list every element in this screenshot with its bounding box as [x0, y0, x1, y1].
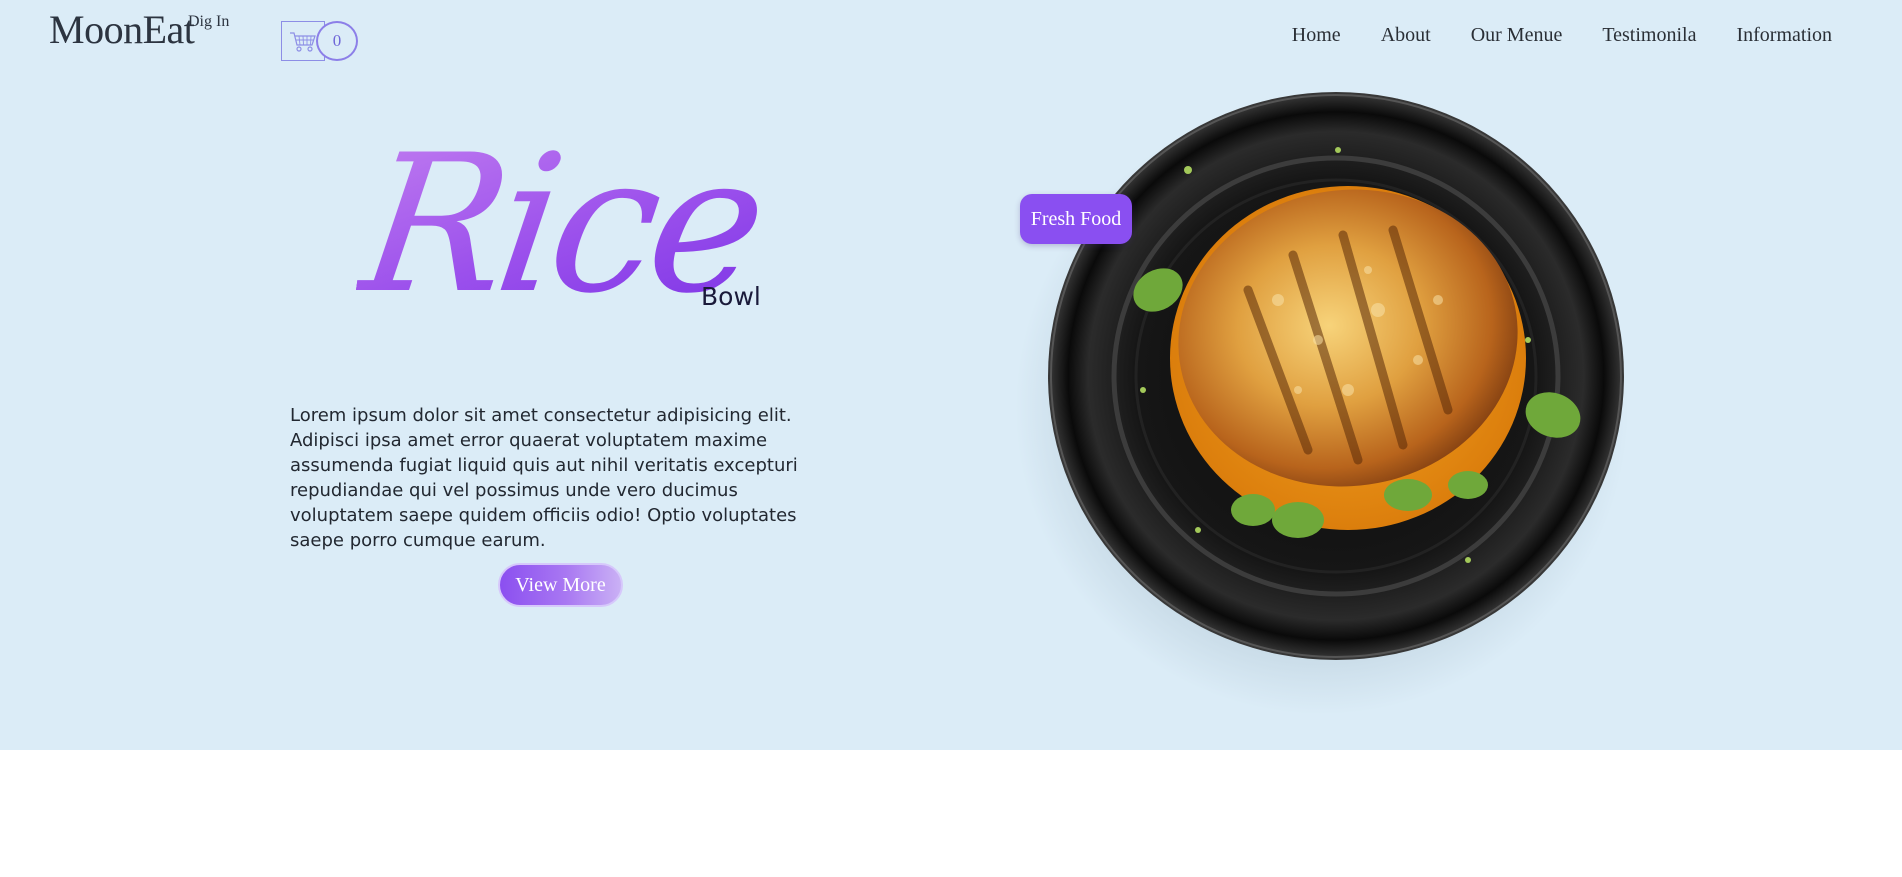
nav-testimonila[interactable]: Testimonila	[1602, 24, 1696, 47]
main-nav: Home About Our Menue Testimonila Informa…	[1292, 24, 1832, 47]
hero-description: Lorem ipsum dolor sit amet consectetur a…	[290, 405, 798, 551]
nav-home[interactable]: Home	[1292, 24, 1341, 47]
view-more-button[interactable]: View More	[498, 563, 623, 607]
cart-button[interactable]: 0	[281, 21, 358, 61]
logo[interactable]: MoonEat	[49, 10, 195, 50]
food-plate-image	[1048, 92, 1624, 660]
nav-our-menue[interactable]: Our Menue	[1471, 24, 1563, 47]
cart-count-badge: 0	[316, 21, 358, 61]
hero-section: MoonEat Dig In 0 Home About Our Menue Te…	[0, 0, 1902, 750]
cart-icon	[290, 32, 316, 52]
hero-title: Rice	[350, 114, 772, 360]
fresh-food-badge: Fresh Food	[1020, 194, 1132, 244]
nav-about[interactable]: About	[1381, 24, 1431, 47]
logo-tagline: Dig In	[188, 13, 230, 30]
nav-information[interactable]: Information	[1736, 24, 1832, 47]
hero-title-small: Bowl	[701, 282, 761, 311]
